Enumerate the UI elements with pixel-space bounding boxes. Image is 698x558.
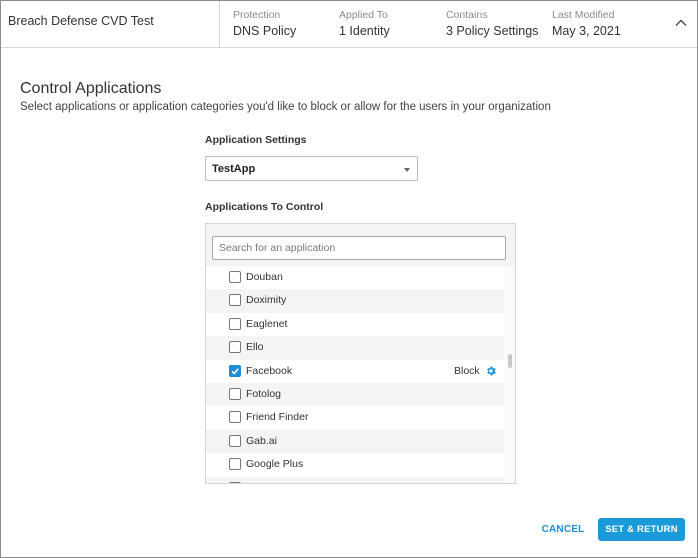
application-name: Google Plus xyxy=(246,458,304,471)
application-row[interactable]: Eaglenet xyxy=(206,313,504,336)
application-checkbox[interactable] xyxy=(229,434,241,447)
applied-to-label: Applied To xyxy=(339,9,388,21)
application-row[interactable] xyxy=(206,476,504,483)
application-list-panel: DoubanDoximityEaglenetElloFacebookBlockF… xyxy=(205,223,516,484)
application-name: Friend Finder xyxy=(246,411,309,424)
application-settings-value: TestApp xyxy=(212,163,256,175)
section-description: Select applications or application categ… xyxy=(20,101,551,113)
application-row[interactable]: Douban xyxy=(206,266,504,289)
protection-value: DNS Policy xyxy=(233,24,297,38)
application-row[interactable]: Google Plus xyxy=(206,453,504,476)
last-modified-meta: Last Modified May 3, 2021 xyxy=(552,9,621,39)
contains-label: Contains xyxy=(446,9,488,21)
application-name: Gab.ai xyxy=(246,434,277,447)
application-settings-select[interactable]: TestApp xyxy=(205,156,418,181)
checkmark-icon xyxy=(231,367,239,375)
application-row[interactable]: Facebook Block xyxy=(206,360,504,383)
application-search-input[interactable] xyxy=(212,236,506,260)
header-divider xyxy=(219,1,220,48)
collapse-button[interactable] xyxy=(671,13,691,33)
application-name: Eaglenet xyxy=(246,317,288,330)
scrollbar-track[interactable] xyxy=(505,266,515,483)
section-title: Control Applications xyxy=(20,80,162,97)
set-and-return-button[interactable]: SET & RETURN xyxy=(598,518,685,541)
application-row[interactable]: Ello xyxy=(206,336,504,360)
last-modified-label: Last Modified xyxy=(552,9,615,21)
gear-icon[interactable] xyxy=(485,365,497,377)
application-row[interactable]: Gab.ai xyxy=(206,429,504,454)
application-row[interactable]: Doximity xyxy=(206,289,504,313)
application-name: Ello xyxy=(246,341,264,354)
contains-value: 3 Policy Settings xyxy=(446,24,539,38)
applications-to-control-label: Applications To Control xyxy=(205,201,324,213)
cancel-button[interactable]: CANCEL xyxy=(538,519,588,539)
policy-name: Breach Defense CVD Test xyxy=(8,14,154,28)
application-checkbox[interactable] xyxy=(229,387,241,400)
protection-label: Protection xyxy=(233,9,281,21)
application-name: Fotolog xyxy=(246,387,282,400)
policy-summary-header[interactable]: Breach Defense CVD Test Protection DNS P… xyxy=(1,1,697,48)
application-name: Douban xyxy=(246,271,283,283)
application-checkbox[interactable] xyxy=(229,411,241,424)
application-checkbox[interactable] xyxy=(229,458,241,471)
application-action: Block xyxy=(454,364,480,377)
application-name: Doximity xyxy=(246,294,287,307)
policy-panel: Breach Defense CVD Test Protection DNS P… xyxy=(0,0,698,558)
search-area xyxy=(206,224,515,266)
application-row[interactable]: Friend Finder xyxy=(206,406,504,429)
applied-to-meta: Applied To 1 Identity xyxy=(339,9,390,39)
application-name: Facebook xyxy=(246,364,293,377)
application-checkbox[interactable] xyxy=(229,294,241,307)
application-checkbox[interactable] xyxy=(229,341,241,354)
application-list[interactable]: Douban Doximity Eaglenet Ello Facebook Block F… xyxy=(206,266,504,483)
scrollbar-thumb[interactable] xyxy=(508,354,512,368)
contains-meta: Contains 3 Policy Settings xyxy=(446,9,538,39)
applied-to-value: 1 Identity xyxy=(339,24,390,38)
application-checkbox[interactable] xyxy=(229,317,241,330)
application-checkbox[interactable] xyxy=(229,364,241,377)
last-modified-value: May 3, 2021 xyxy=(552,24,621,38)
application-settings-label: Application Settings xyxy=(205,134,307,146)
protection-meta: Protection DNS Policy xyxy=(233,9,296,39)
chevron-up-icon xyxy=(675,19,687,26)
application-row[interactable]: Fotolog xyxy=(206,382,504,407)
application-checkbox[interactable] xyxy=(229,481,241,483)
application-checkbox[interactable] xyxy=(229,271,241,283)
caret-down-icon xyxy=(404,168,410,172)
